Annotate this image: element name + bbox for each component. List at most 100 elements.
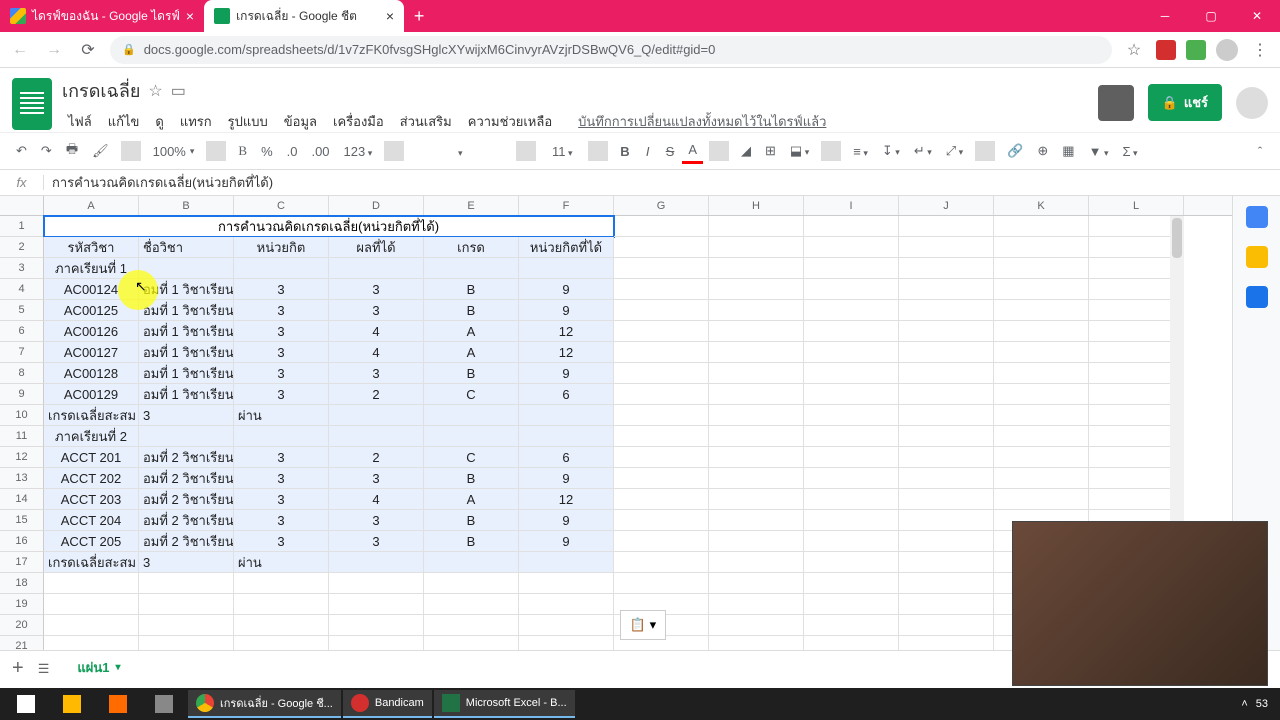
row-header[interactable]: 17 [0, 552, 44, 573]
cell[interactable] [519, 636, 614, 650]
col-header[interactable]: I [804, 196, 899, 215]
cell[interactable] [709, 258, 804, 279]
menu-help[interactable]: ความช่วยเหลือ [462, 108, 558, 135]
cell[interactable] [804, 594, 899, 615]
col-header[interactable]: K [994, 196, 1089, 215]
cell[interactable] [899, 300, 994, 321]
collapse-toolbar-button[interactable]: ˆ [1250, 140, 1270, 163]
cell[interactable] [899, 552, 994, 573]
cell[interactable] [709, 573, 804, 594]
minimize-button[interactable]: ─ [1142, 0, 1188, 32]
cell[interactable]: AC00126 [44, 321, 139, 342]
cell[interactable]: หน่วยกิต [234, 237, 329, 258]
row-header[interactable]: 13 [0, 468, 44, 489]
cell[interactable]: 9 [519, 531, 614, 552]
cell[interactable]: ชื่อวิชา [139, 237, 234, 258]
cell[interactable] [804, 321, 899, 342]
redo-button[interactable]: ↷ [35, 139, 58, 163]
cell[interactable] [709, 636, 804, 650]
col-header[interactable]: B [139, 196, 234, 215]
increase-decimal-button[interactable]: .00 [305, 140, 335, 163]
paint-format-button[interactable]: 🖌 [86, 139, 115, 163]
cell[interactable] [614, 237, 709, 258]
cell[interactable] [804, 447, 899, 468]
cell[interactable] [994, 405, 1089, 426]
cell[interactable] [709, 405, 804, 426]
row-header[interactable]: 2 [0, 237, 44, 258]
cell[interactable] [994, 321, 1089, 342]
cell[interactable] [329, 636, 424, 650]
row-header[interactable]: 5 [0, 300, 44, 321]
cell[interactable]: หน่วยกิตที่ได้ [519, 237, 614, 258]
cell[interactable]: 3 [234, 300, 329, 321]
cell[interactable] [44, 615, 139, 636]
task-bandicam[interactable]: Bandicam [343, 690, 432, 718]
cell[interactable] [519, 405, 614, 426]
cell[interactable]: ACCT 204 [44, 510, 139, 531]
cell[interactable] [804, 573, 899, 594]
cell[interactable]: 3 [234, 342, 329, 363]
cell[interactable] [234, 594, 329, 615]
cell[interactable] [994, 237, 1089, 258]
cell[interactable] [899, 573, 994, 594]
cell[interactable] [519, 573, 614, 594]
cell[interactable]: อมที่ 2 วิชาเรียนที่ [139, 468, 234, 489]
cell[interactable]: เกรดเฉลี่ยสะสม [44, 405, 139, 426]
cell[interactable]: 4 [329, 489, 424, 510]
col-header[interactable]: E [424, 196, 519, 215]
strike-button[interactable]: S [660, 140, 681, 163]
cell[interactable] [994, 426, 1089, 447]
cell[interactable]: 3 [234, 363, 329, 384]
col-header[interactable]: G [614, 196, 709, 215]
col-header[interactable]: A [44, 196, 139, 215]
cell[interactable]: อมที่ 2 วิชาเรียนที่ [139, 447, 234, 468]
cell[interactable]: 3 [329, 300, 424, 321]
cell[interactable] [709, 216, 804, 237]
start-button[interactable] [4, 690, 48, 718]
cell[interactable] [899, 510, 994, 531]
cell[interactable] [424, 426, 519, 447]
cell[interactable]: เกรดเฉลี่ยสะสม [44, 552, 139, 573]
cell[interactable] [44, 573, 139, 594]
cell[interactable]: 3 [139, 552, 234, 573]
bookmark-button[interactable]: ☆ [1122, 40, 1146, 60]
print-button[interactable]: 🖶 [60, 136, 84, 166]
cell[interactable]: อมที่ 2 วิชาเรียนที่ [139, 531, 234, 552]
cell[interactable]: 2 [329, 384, 424, 405]
cell[interactable] [709, 279, 804, 300]
cell[interactable] [329, 573, 424, 594]
url-input[interactable]: 🔒 docs.google.com/spreadsheets/d/1v7zFK0… [110, 36, 1112, 64]
cell[interactable] [804, 426, 899, 447]
cell[interactable]: อมที่ 1 วิชาเรียนที่ [139, 300, 234, 321]
chart-button[interactable]: ▦ [1056, 139, 1080, 163]
back-button[interactable]: ← [8, 41, 32, 59]
valign-button[interactable]: ↧ [876, 139, 906, 163]
row-header[interactable]: 12 [0, 447, 44, 468]
cell[interactable] [329, 552, 424, 573]
cell[interactable] [709, 615, 804, 636]
cell[interactable] [614, 573, 709, 594]
cell[interactable]: ผลที่ได้ [329, 237, 424, 258]
cell[interactable] [519, 258, 614, 279]
cell[interactable] [804, 300, 899, 321]
comments-button[interactable] [1098, 85, 1134, 121]
forward-button[interactable]: → [42, 41, 66, 59]
cell[interactable]: ACCT 201 [44, 447, 139, 468]
cell[interactable] [519, 552, 614, 573]
cell[interactable] [709, 321, 804, 342]
cell[interactable]: อมที่ 1 วิชาเรียนที่ [139, 321, 234, 342]
cell[interactable] [709, 468, 804, 489]
cell[interactable]: AC00128 [44, 363, 139, 384]
comment-button[interactable]: ⊕ [1031, 139, 1054, 163]
cell[interactable] [899, 342, 994, 363]
col-header[interactable]: C [234, 196, 329, 215]
cell[interactable] [899, 636, 994, 650]
cell[interactable] [44, 636, 139, 650]
cell[interactable] [899, 489, 994, 510]
borders-button[interactable]: ⊞ [759, 139, 782, 163]
wrap-button[interactable]: ↵ [908, 139, 938, 163]
task-chrome[interactable]: เกรดเฉลี่ย - Google ชี... [188, 690, 341, 718]
cell[interactable] [234, 615, 329, 636]
cell[interactable] [329, 405, 424, 426]
cell[interactable]: รหัสวิชา [44, 237, 139, 258]
